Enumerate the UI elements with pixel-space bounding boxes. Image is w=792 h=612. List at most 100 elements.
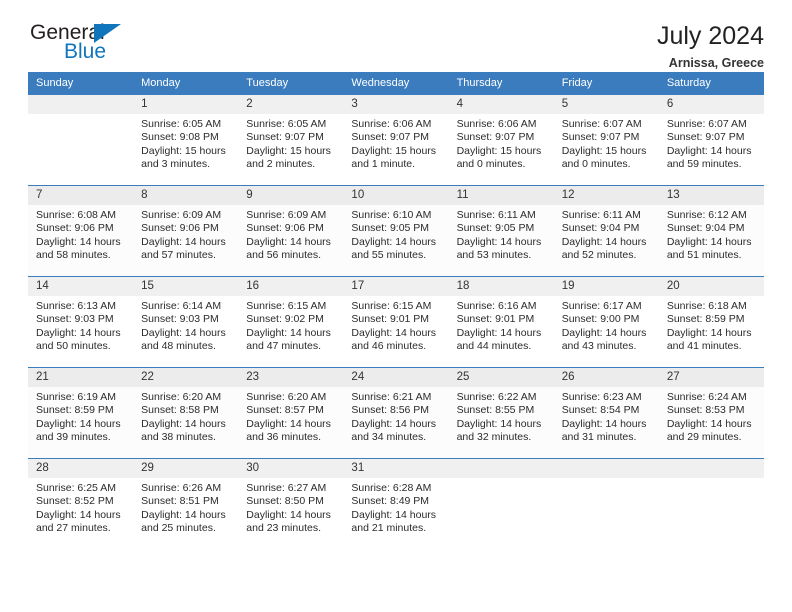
day-cell[interactable]: 20 Sunrise: 6:18 AM Sunset: 8:59 PM Dayligh…: [658, 276, 764, 368]
day-cell[interactable]: 28 Sunrise: 6:25 AM Sunset: 8:52 PM Dayligh…: [28, 458, 134, 549]
day-cell[interactable]: 9 Sunrise: 6:09 AM Sunset: 9:06 PM Daylight…: [238, 185, 344, 277]
day-cell[interactable]: 26 Sunrise: 6:23 AM Sunset: 8:54 PM Dayligh…: [553, 367, 659, 459]
day-cell[interactable]: 15 Sunrise: 6:14 AM Sunset: 9:03 PM Dayligh…: [133, 276, 239, 368]
sunset-text: Sunset: 9:05 PM: [456, 222, 535, 235]
daylight-text-line1: Daylight: 14 hours: [666, 417, 752, 430]
daylight-text-line2: and 21 minutes.: [351, 522, 427, 535]
day-details: Sunrise: 6:16 AM Sunset: 9:01 PM Daylight:…: [449, 296, 554, 354]
day-cell[interactable]: 1 Sunrise: 6:05 AM Sunset: 9:08 PM Daylight…: [133, 94, 239, 186]
day-cell[interactable]: 11 Sunrise: 6:11 AM Sunset: 9:05 PM Dayligh…: [448, 185, 554, 277]
page-subtitle: Arnissa, Greece: [668, 56, 764, 70]
sunset-text: Sunset: 8:57 PM: [246, 404, 324, 417]
sunrise-text: Sunrise: 6:07 AM: [666, 118, 747, 130]
day-cell[interactable]: 31 Sunrise: 6:28 AM Sunset: 8:49 PM Dayligh…: [343, 458, 449, 549]
day-number: 25: [448, 368, 554, 387]
day-cell[interactable]: 6 Sunrise: 6:07 AM Sunset: 9:07 PM Daylight…: [658, 94, 764, 186]
day-cell[interactable]: 12 Sunrise: 6:11 AM Sunset: 9:04 PM Dayligh…: [553, 185, 659, 277]
day-cell[interactable]: 10 Sunrise: 6:10 AM Sunset: 9:05 PM Dayligh…: [343, 185, 449, 277]
daylight-text-line1: Daylight: 14 hours: [666, 144, 752, 157]
day-details: Sunrise: 6:07 AM Sunset: 9:07 PM Daylight:…: [659, 114, 764, 172]
day-cell[interactable]: 14 Sunrise: 6:13 AM Sunset: 9:03 PM Dayligh…: [28, 276, 134, 368]
calendar-page: General Blue July 2024 Arnissa, Greece S…: [0, 0, 792, 612]
weekday-header-wednesday: Wednesday: [343, 72, 449, 95]
day-cell[interactable]: 17 Sunrise: 6:15 AM Sunset: 9:01 PM Dayligh…: [343, 276, 449, 368]
daylight-text-line1: Daylight: 14 hours: [351, 235, 437, 248]
daylight-text-line2: and 53 minutes.: [456, 249, 532, 262]
sunset-text: Sunset: 9:05 PM: [351, 222, 430, 235]
weekday-header-row: Sunday Monday Tuesday Wednesday Thursday…: [28, 72, 764, 95]
day-cell[interactable]: [553, 458, 659, 549]
day-cell[interactable]: 7 Sunrise: 6:08 AM Sunset: 9:06 PM Daylight…: [28, 185, 134, 277]
week-row: 28 Sunrise: 6:25 AM Sunset: 8:52 PM Dayligh…: [28, 458, 764, 549]
daylight-text-line1: Daylight: 14 hours: [246, 417, 331, 430]
day-cell[interactable]: 29 Sunrise: 6:26 AM Sunset: 8:51 PM Dayligh…: [133, 458, 239, 549]
day-details: Sunrise: 6:15 AM Sunset: 9:02 PM Daylight:…: [238, 296, 343, 354]
day-cell[interactable]: 5 Sunrise: 6:07 AM Sunset: 9:07 PM Daylight…: [553, 94, 659, 186]
day-details: Sunrise: 6:23 AM Sunset: 8:54 PM Daylight:…: [554, 387, 659, 445]
daylight-text-line1: Daylight: 14 hours: [36, 326, 121, 339]
sunset-text: Sunset: 8:54 PM: [561, 404, 640, 417]
daylight-text-line1: Daylight: 15 hours: [561, 144, 647, 157]
day-cell[interactable]: 30 Sunrise: 6:27 AM Sunset: 8:50 PM Dayligh…: [238, 458, 344, 549]
sunrise-text: Sunrise: 6:15 AM: [351, 300, 432, 312]
day-details: Sunrise: 6:08 AM Sunset: 9:06 PM Daylight:…: [28, 205, 133, 263]
day-cell[interactable]: 23 Sunrise: 6:20 AM Sunset: 8:57 PM Dayligh…: [238, 367, 344, 459]
sunrise-text: Sunrise: 6:17 AM: [561, 300, 642, 312]
day-cell[interactable]: 27 Sunrise: 6:24 AM Sunset: 8:53 PM Dayligh…: [658, 367, 764, 459]
day-number: 28: [28, 459, 134, 478]
day-cell[interactable]: 24 Sunrise: 6:21 AM Sunset: 8:56 PM Dayligh…: [343, 367, 449, 459]
day-cell[interactable]: 4 Sunrise: 6:06 AM Sunset: 9:07 PM Daylight…: [448, 94, 554, 186]
general-blue-logo[interactable]: General Blue: [28, 22, 178, 68]
daylight-text-line2: and 29 minutes.: [666, 431, 742, 444]
sunrise-text: Sunrise: 6:08 AM: [36, 209, 116, 221]
day-cell[interactable]: 16 Sunrise: 6:15 AM Sunset: 9:02 PM Dayligh…: [238, 276, 344, 368]
daylight-text-line2: and 36 minutes.: [246, 431, 321, 444]
day-cell[interactable]: 22 Sunrise: 6:20 AM Sunset: 8:58 PM Dayligh…: [133, 367, 239, 459]
sunrise-text: Sunrise: 6:13 AM: [36, 300, 116, 312]
daylight-text-line2: and 38 minutes.: [141, 431, 216, 444]
week-row: 21 Sunrise: 6:19 AM Sunset: 8:59 PM Dayligh…: [28, 367, 764, 459]
day-details: Sunrise: 6:15 AM Sunset: 9:01 PM Daylight:…: [343, 296, 448, 354]
sunset-text: Sunset: 9:01 PM: [351, 313, 430, 326]
day-cell[interactable]: 2 Sunrise: 6:05 AM Sunset: 9:07 PM Daylight…: [238, 94, 344, 186]
daylight-text-line1: Daylight: 15 hours: [456, 144, 542, 157]
day-details: Sunrise: 6:21 AM Sunset: 8:56 PM Daylight:…: [343, 387, 448, 445]
day-cell[interactable]: 18 Sunrise: 6:16 AM Sunset: 9:01 PM Dayligh…: [448, 276, 554, 368]
title-block: July 2024 Arnissa, Greece: [657, 22, 764, 70]
sunrise-text: Sunrise: 6:06 AM: [351, 118, 432, 130]
day-number: 3: [343, 95, 449, 114]
sunset-text: Sunset: 8:59 PM: [36, 404, 114, 417]
sunrise-text: Sunrise: 6:11 AM: [561, 209, 641, 221]
day-details: Sunrise: 6:25 AM Sunset: 8:52 PM Daylight:…: [28, 478, 133, 536]
sunrise-text: Sunrise: 6:22 AM: [456, 391, 537, 403]
day-details: Sunrise: 6:20 AM Sunset: 8:57 PM Daylight:…: [238, 387, 343, 445]
day-cell[interactable]: 13 Sunrise: 6:12 AM Sunset: 9:04 PM Dayligh…: [658, 185, 764, 277]
weekday-header-tuesday: Tuesday: [238, 72, 344, 95]
day-number: 21: [28, 368, 134, 387]
sunrise-text: Sunrise: 6:07 AM: [561, 118, 642, 130]
day-cell[interactable]: 25 Sunrise: 6:22 AM Sunset: 8:55 PM Dayligh…: [448, 367, 554, 459]
day-cell[interactable]: [28, 94, 134, 186]
sunrise-text: Sunrise: 6:20 AM: [246, 391, 327, 403]
day-cell[interactable]: [448, 458, 554, 549]
day-cell[interactable]: 3 Sunrise: 6:06 AM Sunset: 9:07 PM Daylight…: [343, 94, 449, 186]
day-details: Sunrise: 6:22 AM Sunset: 8:55 PM Daylight:…: [449, 387, 554, 445]
day-cell[interactable]: 19 Sunrise: 6:17 AM Sunset: 9:00 PM Dayligh…: [553, 276, 659, 368]
sunrise-text: Sunrise: 6:27 AM: [246, 482, 327, 494]
daylight-text-line1: Daylight: 15 hours: [141, 144, 226, 157]
day-details: Sunrise: 6:09 AM Sunset: 9:06 PM Daylight:…: [238, 205, 343, 263]
sunrise-text: Sunrise: 6:10 AM: [351, 209, 432, 221]
daylight-text-line1: Daylight: 14 hours: [666, 235, 752, 248]
sunset-text: Sunset: 9:03 PM: [36, 313, 114, 326]
day-cell[interactable]: [658, 458, 764, 549]
day-details: Sunrise: 6:06 AM Sunset: 9:07 PM Daylight:…: [449, 114, 554, 172]
sunrise-text: Sunrise: 6:05 AM: [141, 118, 222, 130]
day-number: 11: [448, 186, 554, 205]
day-cell[interactable]: 21 Sunrise: 6:19 AM Sunset: 8:59 PM Dayligh…: [28, 367, 134, 459]
daylight-text-line1: Daylight: 14 hours: [246, 326, 331, 339]
sunset-text: Sunset: 8:55 PM: [456, 404, 535, 417]
day-details: Sunrise: 6:10 AM Sunset: 9:05 PM Daylight:…: [343, 205, 448, 263]
daylight-text-line2: and 51 minutes.: [666, 249, 742, 262]
day-cell[interactable]: 8 Sunrise: 6:09 AM Sunset: 9:06 PM Daylight…: [133, 185, 239, 277]
daylight-text-line2: and 41 minutes.: [666, 340, 742, 353]
